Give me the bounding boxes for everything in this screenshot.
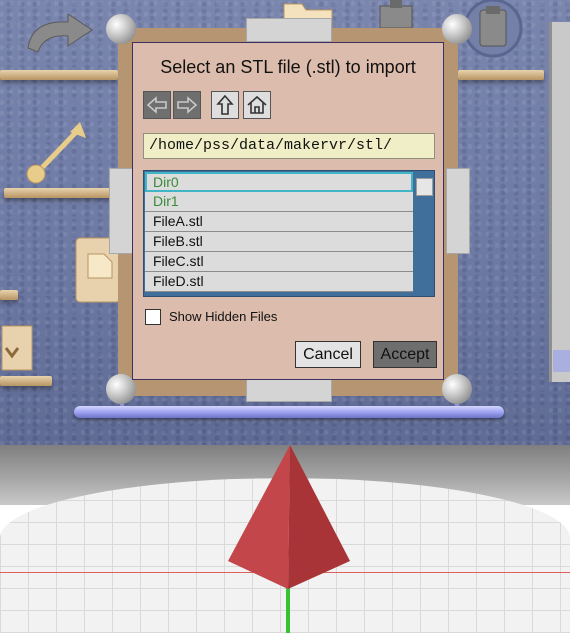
file-import-dialog: Select an STL file (.stl) to import /hom… (132, 42, 444, 380)
up-directory-button[interactable] (211, 91, 239, 119)
current-path-field[interactable]: /home/pss/data/makervr/stl/ (143, 133, 435, 159)
file-list[interactable]: Dir0 Dir1 FileA.stl FileB.stl FileC.stl … (143, 170, 435, 297)
file-list-item-filea[interactable]: FileA.stl (145, 212, 413, 232)
home-button[interactable] (243, 91, 271, 119)
shelf-lower-left (0, 290, 18, 300)
left-arrow-icon (146, 96, 167, 114)
dialog-title: Select an STL file (.stl) to import (160, 57, 416, 77)
cancel-button[interactable]: Cancel (295, 341, 361, 368)
frame-handle-bottom[interactable] (246, 378, 332, 402)
home-icon (247, 95, 267, 114)
briefcase-icon (379, 0, 413, 29)
file-list-item-dir0[interactable]: Dir0 (145, 172, 413, 192)
frame-handle-left[interactable] (109, 168, 133, 254)
accept-button[interactable]: Accept (373, 341, 437, 368)
corner-knob-top-right[interactable] (442, 14, 472, 44)
frame-handle-right[interactable] (446, 168, 470, 254)
file-list-item-dir1[interactable]: Dir1 (145, 192, 413, 212)
side-panel-slider[interactable] (553, 350, 570, 372)
download-icon (1, 325, 33, 371)
side-panel (549, 22, 570, 382)
scrollbar-thumb[interactable] (416, 178, 433, 196)
up-arrow-icon (216, 94, 234, 115)
file-list-scrollbar[interactable] (415, 172, 434, 295)
y-axis-line (286, 585, 290, 633)
shelf-top-right (458, 70, 544, 80)
shelf-bottom-left (0, 376, 52, 386)
shelf-middle-left (4, 188, 118, 198)
right-arrow-icon (177, 96, 198, 114)
file-list-item-fileb[interactable]: FileB.stl (145, 232, 413, 252)
shelf-top-left (0, 70, 118, 80)
corner-knob-bottom-right[interactable] (442, 374, 472, 404)
file-list-item-filed[interactable]: FileD.stl (145, 272, 413, 292)
forward-button[interactable] (173, 91, 201, 119)
pyramid-model[interactable] (228, 445, 352, 591)
back-button[interactable] (143, 91, 171, 119)
show-hidden-checkbox[interactable] (145, 309, 161, 325)
corner-knob-top-left[interactable] (106, 14, 136, 44)
show-hidden-label: Show Hidden Files (169, 309, 278, 324)
file-list-item-filec[interactable]: FileC.stl (145, 252, 413, 272)
support-rod (74, 406, 504, 418)
frame-handle-top[interactable] (246, 18, 332, 42)
scale-tool-icon (26, 122, 86, 184)
redo-arrow-icon (27, 14, 93, 53)
